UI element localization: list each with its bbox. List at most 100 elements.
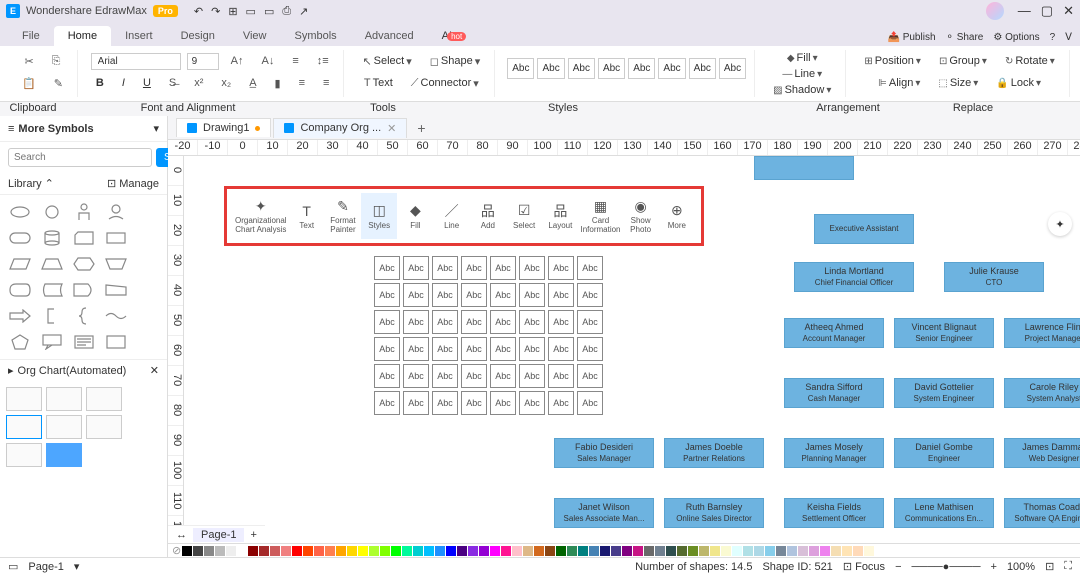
style-cell[interactable]: Abc: [403, 283, 429, 307]
fill-dropdown[interactable]: ◆ Fill ▾: [781, 50, 824, 66]
new-icon[interactable]: ⊞: [228, 5, 237, 18]
color-swatch[interactable]: [842, 546, 852, 556]
shadow-dropdown[interactable]: ▨ Shadow ▾: [767, 82, 837, 98]
color-swatch[interactable]: [809, 546, 819, 556]
position-dropdown[interactable]: ⊞ Position▾: [858, 53, 927, 69]
add-page-icon[interactable]: +: [250, 529, 256, 541]
org-node[interactable]: Julie KrauseCTO: [944, 262, 1044, 292]
page-tab[interactable]: Page-1: [193, 528, 244, 542]
ctx-line[interactable]: ／Line: [434, 193, 470, 239]
color-swatch[interactable]: [391, 546, 401, 556]
color-swatch[interactable]: [655, 546, 665, 556]
italic-icon[interactable]: I: [116, 75, 131, 91]
shape-arrow[interactable]: [6, 305, 34, 327]
style-cell[interactable]: Abc: [374, 364, 400, 388]
color-swatch[interactable]: [292, 546, 302, 556]
template-thumb[interactable]: [6, 387, 42, 411]
bullets-icon[interactable]: ≡: [286, 53, 304, 69]
shape-trapezoid[interactable]: [38, 253, 66, 275]
tab-file[interactable]: File: [8, 26, 54, 46]
select-tool[interactable]: ↖ Select ▾: [356, 53, 417, 70]
org-node[interactable]: Janet WilsonSales Associate Man...: [554, 498, 654, 528]
style-cell[interactable]: Abc: [490, 337, 516, 361]
cut-icon[interactable]: ✂: [18, 53, 39, 70]
org-node[interactable]: Lene MathisenCommunications En...: [894, 498, 994, 528]
org-node[interactable]: Vincent BlignautSenior Engineer: [894, 318, 994, 348]
color-swatch[interactable]: [864, 546, 874, 556]
shape-trapezoid2[interactable]: [102, 253, 130, 275]
color-swatch[interactable]: [710, 546, 720, 556]
undo-icon[interactable]: ↶: [194, 5, 203, 18]
focus-mode[interactable]: ⊡ Focus: [843, 560, 885, 573]
color-swatch[interactable]: [831, 546, 841, 556]
org-node[interactable]: Atheeq AhmedAccount Manager: [784, 318, 884, 348]
bold-icon[interactable]: B: [90, 75, 110, 91]
align-center-icon[interactable]: ≡: [317, 75, 335, 91]
decrease-font-icon[interactable]: A↓: [256, 53, 281, 69]
template-thumb[interactable]: [86, 387, 122, 411]
help-icon[interactable]: ?: [1050, 32, 1056, 43]
shape-delay[interactable]: [70, 279, 98, 301]
no-fill-icon[interactable]: ⊘: [172, 544, 181, 557]
rotate-dropdown[interactable]: ↻ Rotate▾: [999, 53, 1061, 69]
color-swatch[interactable]: [468, 546, 478, 556]
page-nav-icon[interactable]: ↔: [176, 529, 187, 541]
tab-home[interactable]: Home: [54, 26, 111, 46]
shape-brace[interactable]: [70, 305, 98, 327]
tab-design[interactable]: Design: [167, 26, 229, 46]
style-cell[interactable]: Abc: [403, 310, 429, 334]
color-swatch[interactable]: [325, 546, 335, 556]
zoom-slider[interactable]: ────●────: [912, 561, 981, 573]
style-cell[interactable]: Abc: [490, 310, 516, 334]
color-swatch[interactable]: [237, 546, 247, 556]
org-node[interactable]: James DammarWeb Designer: [1004, 438, 1080, 468]
template-thumb[interactable]: [46, 443, 82, 467]
color-swatch[interactable]: [226, 546, 236, 556]
color-swatch[interactable]: [413, 546, 423, 556]
highlight-icon[interactable]: ▮: [269, 75, 287, 92]
color-swatch[interactable]: [182, 546, 192, 556]
subscript-icon[interactable]: x₂: [215, 75, 237, 91]
template-thumb[interactable]: [6, 443, 42, 467]
paste-icon[interactable]: 📋: [16, 75, 42, 92]
outline-icon[interactable]: ▭: [8, 560, 18, 573]
style-cell[interactable]: Abc: [374, 310, 400, 334]
style-preset[interactable]: Abc: [689, 58, 716, 79]
org-node[interactable]: Linda MortlandChief Financial Officer: [794, 262, 914, 292]
shape-display[interactable]: [6, 279, 34, 301]
style-cell[interactable]: Abc: [461, 256, 487, 280]
search-input[interactable]: [8, 148, 152, 167]
maximize-icon[interactable]: ▢: [1041, 3, 1053, 19]
shape-parallelogram[interactable]: [6, 253, 34, 275]
style-cell[interactable]: Abc: [432, 364, 458, 388]
color-swatch[interactable]: [732, 546, 742, 556]
color-swatch[interactable]: [853, 546, 863, 556]
org-node[interactable]: David GottelierSystem Engineer: [894, 378, 994, 408]
org-node[interactable]: Keisha FieldsSettlement Officer: [784, 498, 884, 528]
color-swatch[interactable]: [622, 546, 632, 556]
style-cell[interactable]: Abc: [403, 256, 429, 280]
open-icon[interactable]: ▭: [246, 5, 256, 18]
org-node[interactable]: Thomas CoadySoftware QA Engineer: [1004, 498, 1080, 528]
export-icon[interactable]: ↗: [299, 5, 308, 18]
color-swatch[interactable]: [248, 546, 258, 556]
color-swatch[interactable]: [754, 546, 764, 556]
style-preset[interactable]: Abc: [537, 58, 564, 79]
zoom-in-icon[interactable]: +: [991, 561, 997, 573]
canvas[interactable]: ✦Organizational Chart AnalysisTText✎Form…: [184, 156, 1080, 561]
color-swatch[interactable]: [699, 546, 709, 556]
style-cell[interactable]: Abc: [432, 391, 458, 415]
style-cell[interactable]: Abc: [577, 310, 603, 334]
org-node[interactable]: [754, 156, 854, 180]
tab-ai[interactable]: AI hot: [428, 26, 481, 46]
print-icon[interactable]: ⎙: [282, 5, 291, 18]
panel-dropdown-icon[interactable]: ▾: [153, 122, 159, 135]
user-avatar[interactable]: [986, 2, 1004, 20]
style-cell[interactable]: Abc: [577, 364, 603, 388]
tab-symbols[interactable]: Symbols: [281, 26, 351, 46]
style-cell[interactable]: Abc: [490, 364, 516, 388]
color-swatch[interactable]: [314, 546, 324, 556]
ctx-layout[interactable]: 品Layout: [542, 193, 578, 239]
strike-icon[interactable]: S̶: [163, 75, 182, 91]
style-cell[interactable]: Abc: [461, 283, 487, 307]
